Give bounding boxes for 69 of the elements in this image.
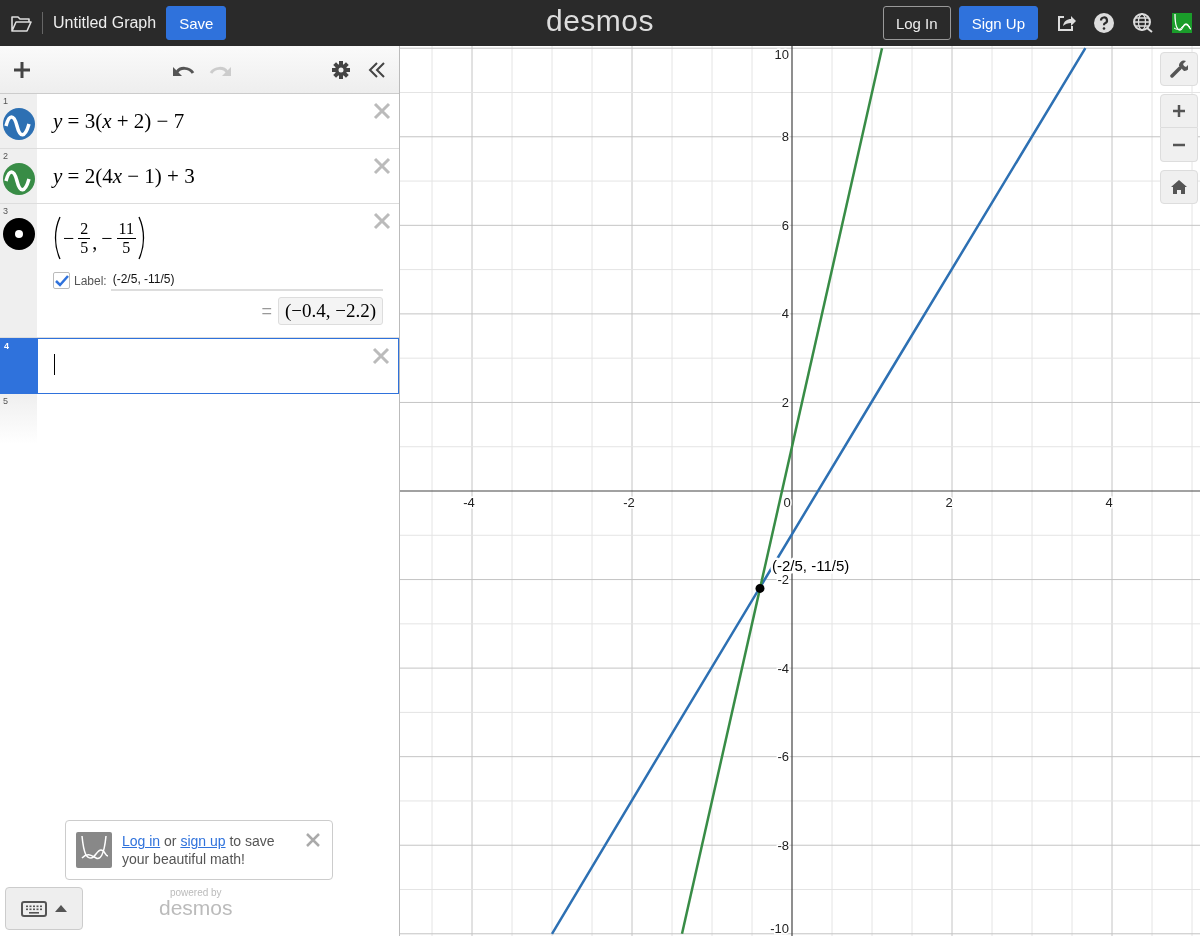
zoom-in-button[interactable] <box>1160 94 1198 128</box>
sign-up-button[interactable]: Sign Up <box>958 6 1038 40</box>
home-icon <box>1170 179 1188 195</box>
wrench-icon <box>1170 60 1188 78</box>
tick-label: -8 <box>777 837 789 853</box>
tick-label: -4 <box>777 660 789 676</box>
tick-label: 2 <box>945 495 953 510</box>
add-icon[interactable] <box>12 59 32 80</box>
link[interactable]: sign up <box>180 833 226 849</box>
help-icon[interactable] <box>1094 13 1114 33</box>
row-number: 3 <box>3 206 8 216</box>
check-icon <box>54 274 69 287</box>
tick-label: -2 <box>777 572 789 588</box>
row-number: 5 <box>3 396 8 406</box>
point-label: (-2/5, -11/5) <box>772 557 850 575</box>
prompt-text: Log in or sign up to save your beautiful math! <box>122 832 276 868</box>
evaluated-point: (−0.4, −2.2) <box>277 297 383 325</box>
home-button[interactable] <box>1160 170 1198 204</box>
powered-by-caption: powered by <box>169 887 222 898</box>
tick-label: 4 <box>781 306 789 322</box>
math-expression[interactable]: y = 3(x + 2) − 7 <box>53 106 383 136</box>
wave-icon[interactable] <box>2 108 35 140</box>
expression-row[interactable]: 5 <box>0 394 399 444</box>
collapse-icon[interactable] <box>367 59 387 80</box>
math-expression[interactable]: y = 2(4x − 1) + 3 <box>53 161 383 191</box>
graph-plot[interactable]: -4 -2 0 2 4 -10 -8 -6 -4 -2 2 4 6 8 10 (-2/5, -11/5) <box>400 46 1200 936</box>
tick-label: -10 <box>770 920 789 936</box>
tick-label: -4 <box>463 495 475 510</box>
folder-icon[interactable] <box>10 14 32 32</box>
tick-label: 10 <box>774 46 789 62</box>
tick-label: -2 <box>623 495 635 510</box>
point-icon[interactable] <box>2 218 35 250</box>
link[interactable]: Log in <box>122 833 161 849</box>
tick-label: 4 <box>1105 495 1113 510</box>
graph-settings-button[interactable] <box>1160 52 1198 86</box>
equals-sign: = <box>261 300 272 322</box>
label-checkbox[interactable] <box>53 272 70 289</box>
label-caption: Label: <box>74 273 107 288</box>
tick-label: 2 <box>781 394 789 410</box>
share-icon[interactable] <box>1056 14 1076 32</box>
log-in-button[interactable]: Log In <box>882 6 951 40</box>
row-number: 4 <box>4 341 9 351</box>
caret-icon <box>55 905 67 912</box>
desmos-logo: desmos <box>546 4 655 38</box>
paren-icon <box>53 216 61 260</box>
graph-thumbnail-icon[interactable] <box>1172 13 1192 33</box>
expression-row[interactable]: 4 <box>0 338 399 394</box>
point-marker[interactable] <box>755 583 765 593</box>
text-cursor <box>54 354 55 375</box>
paren-icon <box>137 216 146 260</box>
label-field[interactable]: (-2/5, -11/5) <box>110 270 383 291</box>
wave-icon[interactable] <box>2 163 35 195</box>
keyboard-button[interactable] <box>5 887 83 930</box>
graph-title[interactable]: Untitled Graph <box>53 14 157 32</box>
tick-label: -6 <box>777 749 789 765</box>
graph-logo-icon <box>76 832 112 868</box>
tick-label: 6 <box>781 217 789 233</box>
row-number: 1 <box>3 96 8 106</box>
expression-row[interactable]: 1 y = 3(x + 2) − 7 <box>0 94 399 149</box>
plus-icon <box>1172 104 1186 118</box>
minus-icon <box>1172 142 1186 147</box>
settings-icon[interactable] <box>331 59 351 80</box>
globe-icon[interactable] <box>1132 12 1154 34</box>
row-number: 2 <box>3 151 8 161</box>
keyboard-icon <box>21 900 47 917</box>
tick-label: 8 <box>781 129 789 145</box>
expression-row[interactable]: 2 y = 2(4x − 1) + 3 <box>0 149 399 204</box>
save-button[interactable]: Save <box>166 6 227 40</box>
tick-label: 0 <box>783 495 791 510</box>
